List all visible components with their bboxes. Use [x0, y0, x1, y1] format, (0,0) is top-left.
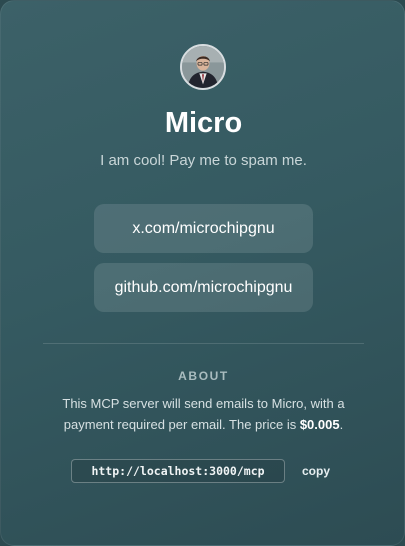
- copy-button[interactable]: copy: [299, 459, 333, 483]
- about-text-end: .: [339, 417, 344, 432]
- x-profile-link-button[interactable]: x.com/microchipgnu: [94, 204, 313, 253]
- about-description: This MCP server will send emails to Micr…: [41, 393, 366, 435]
- section-divider: [43, 343, 364, 344]
- price-value: $0.005: [299, 417, 340, 432]
- avatar: [180, 44, 226, 90]
- profile-photo-icon: [182, 46, 224, 88]
- profile-tagline: I am cool! Pay me to spam me.: [100, 152, 307, 169]
- about-heading: ABOUT: [178, 369, 229, 383]
- endpoint-url-field[interactable]: http://localhost:3000/mcp: [71, 459, 285, 483]
- github-profile-link-button[interactable]: github.com/microchipgnu: [94, 263, 313, 312]
- profile-card: Micro I am cool! Pay me to spam me. x.co…: [0, 0, 405, 546]
- profile-name: Micro: [164, 107, 243, 139]
